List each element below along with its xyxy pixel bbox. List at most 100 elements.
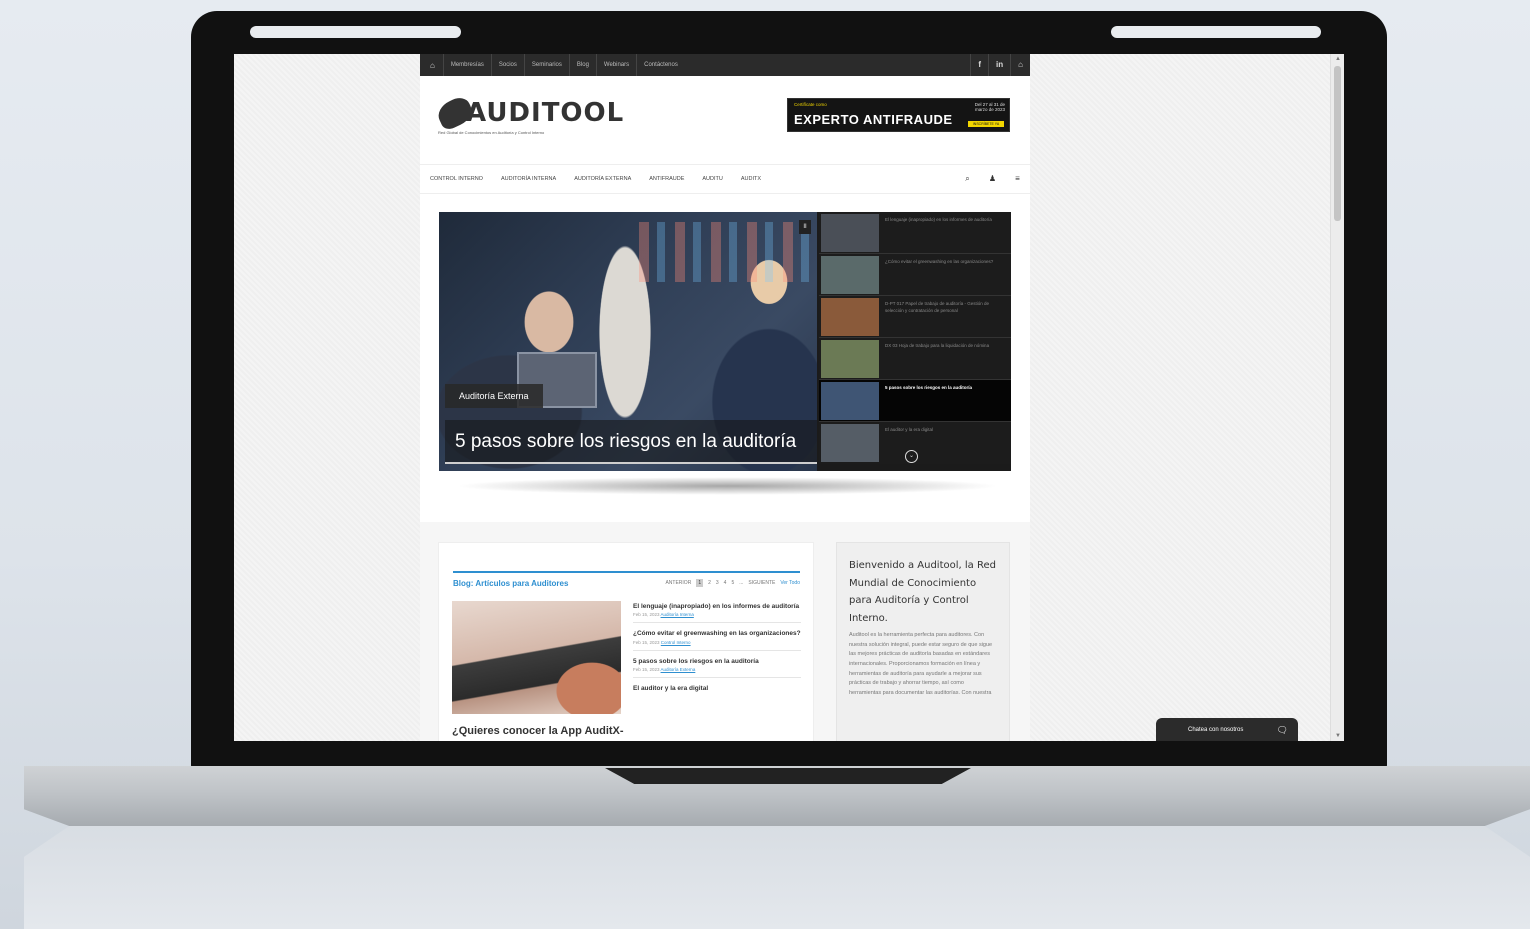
post-category[interactable]: Auditoría Externa xyxy=(661,667,696,672)
scrollbar-thumb[interactable] xyxy=(1334,66,1341,221)
thumb-title: El auditor y la era digital xyxy=(885,427,934,432)
youtube-icon[interactable]: ⌂ xyxy=(1010,54,1030,76)
nav-control-interno[interactable]: CONTROL INTERNO xyxy=(430,176,483,182)
search-icon[interactable]: ⌕ xyxy=(955,174,980,184)
banner-kicker: Certifícate como xyxy=(794,102,827,107)
logo-tagline: Red Global de Conocimientos en Auditoría… xyxy=(438,130,545,135)
topbar-link-blog[interactable]: Blog xyxy=(568,54,596,76)
auditool-page: ⌂ Membresías Socios Seminarios Blog Webi… xyxy=(420,54,1030,741)
antifraude-banner[interactable]: Certifícate como EXPERTO ANTIFRAUDE Del … xyxy=(787,98,1010,132)
scroll-down-arrow-icon[interactable]: ▼ xyxy=(1334,733,1342,739)
scroll-down-icon[interactable]: ⌄ xyxy=(905,450,918,463)
hero-background-notes xyxy=(639,222,809,282)
nav-auditoria-interna[interactable]: AUDITORÍA INTERNA xyxy=(501,176,556,182)
slide-category-badge[interactable]: Auditoría Externa xyxy=(445,384,543,408)
post-category[interactable]: Control Interno xyxy=(661,640,691,645)
topbar-link-seminarios[interactable]: Seminarios xyxy=(523,54,569,76)
menu-icon[interactable]: ≡ xyxy=(1005,174,1030,184)
slider-thumb-active[interactable]: 5 pasos sobre los riesgos en la auditorí… xyxy=(819,380,1011,422)
welcome-widget: Bienvenido a Auditool, la Red Mundial de… xyxy=(836,542,1010,741)
thumb-image xyxy=(821,256,879,294)
blog-featured-image[interactable] xyxy=(452,601,621,714)
post-date: Feb 15, 2023 xyxy=(633,639,660,645)
blog-title[interactable]: Blog: Artículos para Auditores xyxy=(453,579,568,588)
topbar-link-membresias[interactable]: Membresías xyxy=(442,54,491,76)
main-nav: CONTROL INTERNO AUDITORÍA INTERNA AUDITO… xyxy=(420,164,1030,194)
list-item[interactable]: 5 pasos sobre los riesgos en la auditorí… xyxy=(633,656,801,679)
list-item[interactable]: El auditor y la era digital xyxy=(633,683,801,698)
slider-hero[interactable]: II Auditoría Externa 5 pasos sobre los r… xyxy=(439,212,817,471)
site-header: AUDITOOL Red Global de Conocimientos en … xyxy=(420,76,1030,164)
post-title[interactable]: 5 pasos sobre los riesgos en la auditorí… xyxy=(633,658,801,666)
pause-icon[interactable]: II xyxy=(799,220,811,234)
post-meta: Feb 15, 2023 Control Interno xyxy=(633,640,801,645)
thumb-image xyxy=(821,340,879,378)
topbar-link-webinars[interactable]: Webinars xyxy=(595,54,636,76)
banner-button[interactable]: INSCRÍBETE YA xyxy=(968,121,1004,127)
pager-page[interactable]: 4 xyxy=(724,580,727,586)
post-title[interactable]: ¿Cómo evitar el greenwashing en las orga… xyxy=(633,630,801,638)
banner-date: Del 27 al 31 de marzo de 2023 xyxy=(974,102,1005,112)
thumb-title: El lenguaje (inapropiado) en los informe… xyxy=(885,217,992,222)
thumb-image xyxy=(821,298,879,336)
linkedin-icon[interactable]: in xyxy=(988,54,1010,76)
pager-ellipsis: ... xyxy=(739,580,744,586)
pager-page-current[interactable]: 1 xyxy=(696,579,704,587)
nav-antifraude[interactable]: ANTIFRAUDE xyxy=(649,176,684,182)
thumb-image xyxy=(821,382,879,420)
pager-next[interactable]: SIGUIENTE xyxy=(748,580,775,586)
post-meta: Feb 15, 2023 Auditoría Interna xyxy=(633,612,801,617)
topbar-link-socios[interactable]: Socios xyxy=(490,54,524,76)
post-title[interactable]: El auditor y la era digital xyxy=(633,685,801,693)
slider-thumb[interactable]: El lenguaje (inapropiado) en los informe… xyxy=(819,212,1011,254)
list-item[interactable]: El lenguaje (inapropiado) en los informe… xyxy=(633,601,801,624)
blog-pager: ANTERIOR 1 2 3 4 5 ... SIGUIENTE Ver Tod… xyxy=(660,579,800,587)
slider-thumb[interactable]: DX 03 Hoja de trabajo para la liquidació… xyxy=(819,338,1011,380)
banner-headline: EXPERTO ANTIFRAUDE xyxy=(794,112,953,127)
pager-page[interactable]: 5 xyxy=(731,580,734,586)
blog-list: El lenguaje (inapropiado) en los informe… xyxy=(633,601,801,704)
app-promo-heading[interactable]: ¿Quieres conocer la App AuditX- xyxy=(452,725,624,737)
pager-page[interactable]: 2 xyxy=(708,580,711,586)
user-icon[interactable]: ♟ xyxy=(980,174,1005,184)
post-category[interactable]: Auditoría Interna xyxy=(661,612,694,617)
post-meta: Feb 15, 2023 Auditoría Externa xyxy=(633,667,801,672)
chat-bubble-icon: 🗨 xyxy=(1276,724,1288,735)
slider-thumb[interactable]: ¿Cómo evitar el greenwashing en las orga… xyxy=(819,254,1011,296)
chat-widget[interactable]: Chatea con nosotros 🗨 xyxy=(1156,718,1298,741)
social-links: f in ⌂ xyxy=(970,54,1030,76)
pager-prev[interactable]: ANTERIOR xyxy=(665,580,691,586)
list-item[interactable]: ¿Cómo evitar el greenwashing en las orga… xyxy=(633,628,801,651)
top-bar: ⌂ Membresías Socios Seminarios Blog Webi… xyxy=(420,54,1030,76)
site-logo[interactable]: AUDITOOL Red Global de Conocimientos en … xyxy=(434,94,624,135)
laptop-deck-reflection xyxy=(24,826,1530,929)
featured-slider: II Auditoría Externa 5 pasos sobre los r… xyxy=(439,212,1011,471)
lid-highlight-left xyxy=(250,26,461,38)
slider-thumbnails: El lenguaje (inapropiado) en los informe… xyxy=(819,212,1011,471)
thumb-title: ¿Cómo evitar el greenwashing en las orga… xyxy=(885,259,994,264)
post-date: Feb 15, 2023 xyxy=(633,667,660,673)
nav-auditx[interactable]: AUDITX xyxy=(741,176,761,182)
post-title[interactable]: El lenguaje (inapropiado) en los informe… xyxy=(633,603,801,611)
slider-thumb[interactable]: D-PT 017 Papel de trabajo de auditoría -… xyxy=(819,296,1011,338)
page-scrollbar[interactable]: ▲ ▼ xyxy=(1330,54,1344,741)
thumb-image xyxy=(821,424,879,462)
blog-header: Blog: Artículos para Auditores ANTERIOR … xyxy=(453,571,800,593)
scroll-up-icon[interactable]: ▲ xyxy=(1334,56,1342,62)
pager-view-all[interactable]: Ver Todo xyxy=(780,580,800,586)
chat-label: Chatea con nosotros xyxy=(1188,727,1244,733)
thumb-title: D-PT 017 Papel de trabajo de auditoría -… xyxy=(885,301,989,314)
content-area: Blog: Artículos para Auditores ANTERIOR … xyxy=(420,522,1030,741)
facebook-icon[interactable]: f xyxy=(970,54,988,76)
thumb-title: DX 03 Hoja de trabajo para la liquidació… xyxy=(885,343,990,348)
welcome-text: Auditool es la herramienta perfecta para… xyxy=(849,632,993,696)
topbar-link-contactenos[interactable]: Contáctenos xyxy=(636,54,685,76)
nav-icons: ⌕ ♟ ≡ xyxy=(955,174,1030,184)
thumb-title: 5 pasos sobre los riesgos en la auditorí… xyxy=(885,385,973,390)
nav-auditu[interactable]: AUDITU xyxy=(702,176,722,182)
welcome-title: Bienvenido a Auditool, la Red Mundial de… xyxy=(849,560,996,624)
pager-page[interactable]: 3 xyxy=(716,580,719,586)
home-icon[interactable]: ⌂ xyxy=(426,61,443,70)
nav-auditoria-externa[interactable]: AUDITORÍA EXTERNA xyxy=(574,176,631,182)
slide-title[interactable]: 5 pasos sobre los riesgos en la auditorí… xyxy=(445,420,817,464)
